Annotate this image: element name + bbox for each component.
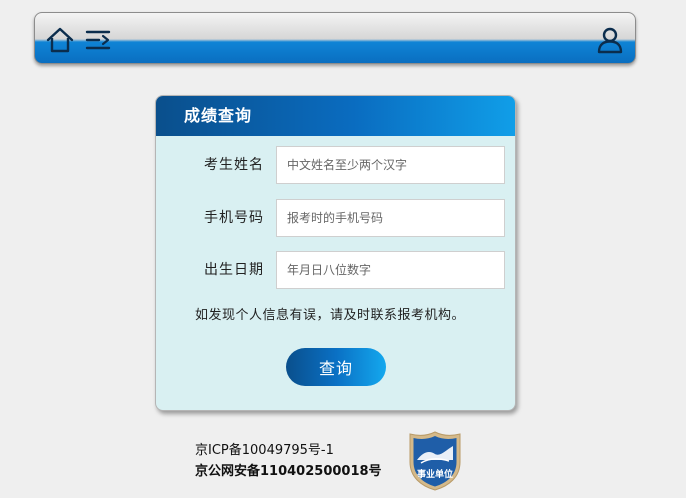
home-icon bbox=[46, 27, 74, 53]
footer: 京ICP备10049795号-1 京公网安备110402500018号 bbox=[195, 440, 382, 482]
menu-button[interactable] bbox=[83, 25, 113, 55]
name-input[interactable] bbox=[276, 146, 505, 184]
card-title: 成绩查询 bbox=[156, 96, 515, 136]
score-query-card: 成绩查询 考生姓名 手机号码 出生日期 如发现个人信息有误，请及时联系报考机构。… bbox=[155, 95, 516, 411]
menu-icon bbox=[85, 30, 111, 50]
public-institution-badge[interactable]: 事业单位 bbox=[407, 430, 463, 492]
birthdate-label: 出生日期 bbox=[204, 262, 264, 278]
phone-label: 手机号码 bbox=[204, 210, 264, 226]
top-navbar bbox=[34, 12, 636, 64]
phone-row: 手机号码 bbox=[156, 199, 515, 237]
name-row: 考生姓名 bbox=[156, 146, 515, 184]
user-icon bbox=[597, 27, 623, 54]
query-button[interactable]: 查询 bbox=[286, 348, 386, 386]
home-button[interactable] bbox=[45, 25, 75, 55]
name-label: 考生姓名 bbox=[204, 157, 264, 173]
info-notice: 如发现个人信息有误，请及时联系报考机构。 bbox=[195, 308, 466, 323]
birthdate-row: 出生日期 bbox=[156, 251, 515, 289]
birthdate-input[interactable] bbox=[276, 251, 505, 289]
badge-label: 事业单位 bbox=[416, 470, 453, 480]
shield-icon bbox=[409, 431, 461, 491]
police-record: 京公网安备110402500018号 bbox=[195, 464, 382, 479]
phone-input[interactable] bbox=[276, 199, 505, 237]
icp-link[interactable]: 京ICP备10049795号-1 bbox=[195, 443, 334, 458]
user-button[interactable] bbox=[595, 25, 625, 55]
icp-record: 京ICP备10049795号-1 bbox=[195, 440, 382, 461]
